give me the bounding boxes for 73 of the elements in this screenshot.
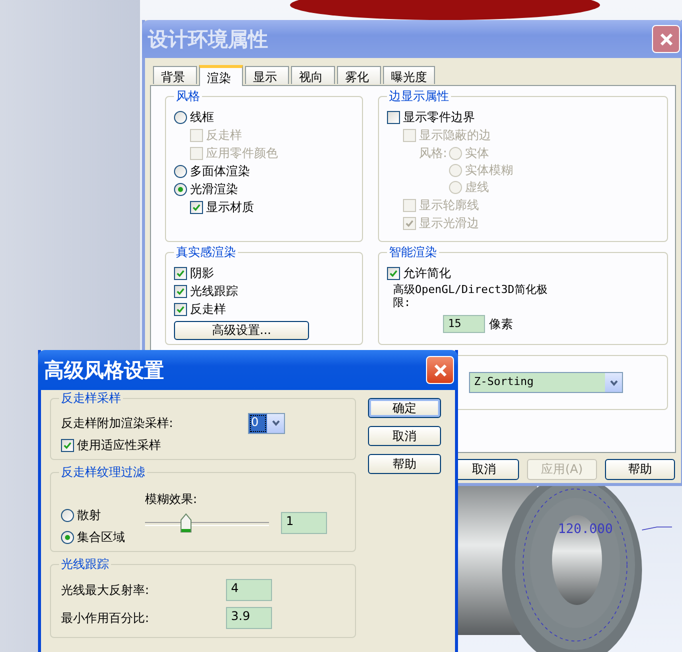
checkbox-label: 显示轮廓线 xyxy=(419,196,479,214)
group-title: 反走样采样 xyxy=(59,391,123,405)
radio-label: 虚线 xyxy=(465,178,490,196)
field-label: 光线最大反射率: xyxy=(61,582,150,598)
slider-thumb[interactable] xyxy=(180,513,192,533)
checkbox-label: 光线跟踪 xyxy=(190,282,238,300)
advanced-settings-button[interactable]: 高级设置... xyxy=(174,321,309,340)
close-button[interactable] xyxy=(426,356,454,384)
radio-label: 光滑渲染 xyxy=(190,180,238,198)
transparency-dropdown[interactable]: Z-Sorting xyxy=(469,372,623,393)
checkbox[interactable] xyxy=(61,438,74,452)
tab[interactable]: 雾化 xyxy=(337,66,381,84)
tab[interactable]: 曝光度 xyxy=(383,66,435,84)
checkbox-label: 阴影 xyxy=(190,264,214,282)
window-title: 设计环境属性 xyxy=(148,26,268,52)
radio-button[interactable] xyxy=(174,110,187,124)
group-title: 边显示属性 xyxy=(387,89,451,103)
checkbox[interactable] xyxy=(174,266,187,280)
unit-label: 像素 xyxy=(489,316,513,332)
radio-button[interactable] xyxy=(174,164,187,178)
chevron-down-icon xyxy=(608,378,618,388)
checkbox-label: 允许简化 xyxy=(403,264,451,282)
dialog-button[interactable]: 确定 xyxy=(368,398,441,418)
radio-label: 线框 xyxy=(190,108,214,126)
blur-label: 模糊效果: xyxy=(145,491,198,508)
radio-button[interactable] xyxy=(174,182,187,196)
pixel-limit-field[interactable]: 15 xyxy=(443,315,485,333)
radio-label: 多面体渲染 xyxy=(190,162,250,180)
checkbox[interactable] xyxy=(387,110,400,124)
tab[interactable]: 背景 xyxy=(153,66,197,84)
radio-button[interactable] xyxy=(61,508,74,522)
group-title: 真实感渲染 xyxy=(174,245,238,259)
checkbox[interactable] xyxy=(174,284,187,298)
checkbox-label: 反走样 xyxy=(190,300,226,318)
group-title: 反走样纹理过滤 xyxy=(59,465,147,479)
checkbox[interactable] xyxy=(387,266,400,280)
radio-label: 散射 xyxy=(77,506,101,524)
limit-label: 高级OpenGL/Direct3D简化极限: xyxy=(392,283,548,309)
close-icon xyxy=(658,32,674,46)
blur-slider[interactable] xyxy=(145,513,269,533)
checkbox-label: 应用零件颜色 xyxy=(206,144,278,162)
dialog-button[interactable]: 帮助 xyxy=(605,459,675,480)
tab[interactable]: 视向 xyxy=(291,66,335,84)
window-title: 高级风格设置 xyxy=(44,356,164,384)
input-field[interactable]: 3.9 xyxy=(226,607,272,629)
field-label: 最小作用百分比: xyxy=(61,610,150,626)
style-label: 风格: xyxy=(419,145,448,162)
checkbox-label: 显示零件边界 xyxy=(403,108,475,126)
checkbox-label: 显示光滑边 xyxy=(419,214,479,232)
close-icon xyxy=(432,362,448,378)
group-title: 风格 xyxy=(174,89,202,103)
checkbox[interactable] xyxy=(190,200,203,214)
group-title: 智能渲染 xyxy=(387,245,439,259)
radio-label: 集合区域 xyxy=(77,528,125,546)
tab[interactable]: 渲染 xyxy=(199,65,243,86)
tab[interactable]: 显示 xyxy=(245,66,289,84)
input-field[interactable]: 4 xyxy=(226,579,272,601)
checkbox-label: 使用适应性采样 xyxy=(77,436,161,454)
group-title: 光线跟踪 xyxy=(59,557,111,571)
sampling-label: 反走样附加渲染采样: xyxy=(61,414,174,432)
radio-button[interactable] xyxy=(61,530,74,544)
checkbox-label: 显示材质 xyxy=(206,198,254,216)
dialog-button[interactable]: 取消 xyxy=(368,426,441,446)
radio-label: 实体模糊 xyxy=(465,162,514,178)
dimension-text: 120.000 xyxy=(558,522,613,537)
checkbox-label: 反走样 xyxy=(206,126,242,144)
radio-label: 实体 xyxy=(465,144,490,162)
sampling-select[interactable]: 0 xyxy=(248,412,285,434)
chevron-down-icon xyxy=(270,418,280,428)
dialog-button[interactable]: 帮助 xyxy=(368,454,441,474)
blur-value-field[interactable]: 1 xyxy=(281,512,327,534)
checkbox-label: 显示隐蔽的边 xyxy=(419,126,491,144)
checkbox[interactable] xyxy=(174,302,187,316)
